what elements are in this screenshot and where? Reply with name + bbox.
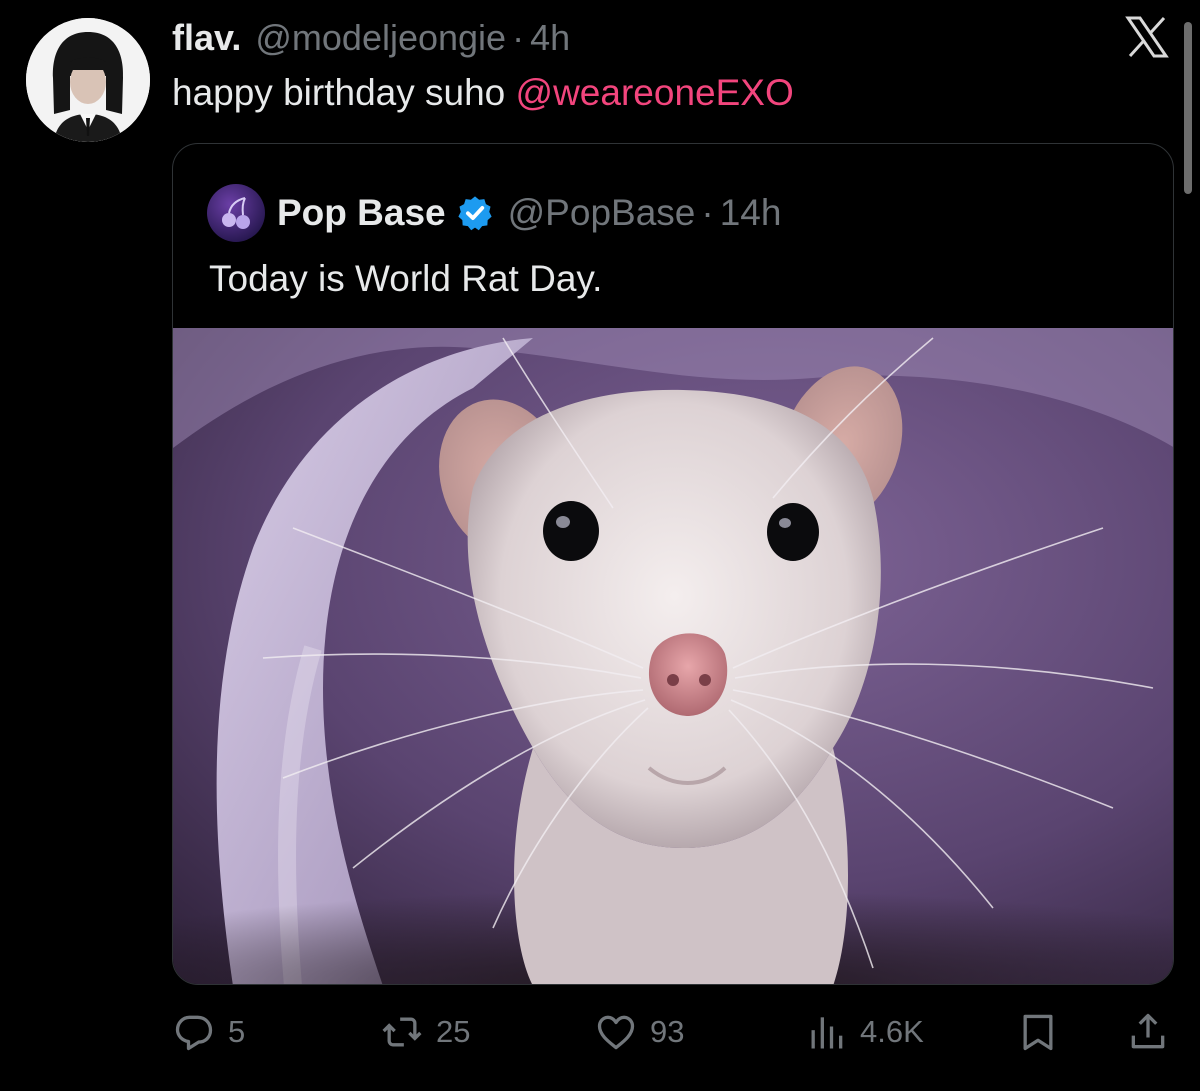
views-button[interactable]: 4.6K [804, 1010, 924, 1054]
view-count: 4.6K [860, 1014, 924, 1049]
bookmark-button[interactable] [1016, 1010, 1060, 1054]
share-icon [1131, 1013, 1165, 1049]
header-separator: · [512, 17, 525, 58]
x-logo-icon [1125, 16, 1169, 58]
quoted-handle[interactable]: @PopBase [508, 192, 696, 234]
bookmark-icon [1023, 1014, 1053, 1051]
verified-badge-icon [458, 196, 492, 231]
repost-icon [382, 1017, 422, 1047]
author-avatar-image [26, 18, 150, 142]
quoted-author-avatar-image [207, 184, 265, 242]
tweet-text: happy birthday suho @weareoneEXO [172, 70, 794, 116]
share-button[interactable] [1126, 1010, 1170, 1054]
repost-button[interactable]: 25 [380, 1010, 470, 1054]
rat-photo [173, 328, 1173, 984]
reply-icon [175, 1015, 213, 1051]
quoted-tweet-header: Pop Base @PopBase · 14h [207, 184, 781, 242]
tweet-body-text: happy birthday suho [172, 72, 506, 113]
quoted-tweet-text: Today is World Rat Day. [209, 258, 603, 299]
quoted-author-avatar[interactable] [207, 184, 265, 242]
author-handle[interactable]: @modeljeongie [255, 16, 506, 60]
reply-count: 5 [228, 1014, 246, 1049]
quoted-timestamp[interactable]: 14h [720, 192, 782, 234]
quoted-display-name[interactable]: Pop Base [277, 192, 446, 234]
quoted-tweet-card[interactable]: Pop Base @PopBase · 14h Today is World R… [172, 143, 1174, 985]
views-icon [811, 1017, 843, 1049]
like-button[interactable]: 93 [594, 1010, 684, 1054]
repost-count: 25 [436, 1014, 471, 1049]
tweet-action-bar: 5 25 93 4.6K [0, 1004, 1200, 1060]
like-icon [597, 1015, 635, 1050]
quoted-tweet-media[interactable] [173, 328, 1173, 984]
author-avatar[interactable] [26, 18, 150, 142]
tweet-timestamp[interactable]: 4h [530, 16, 570, 60]
author-display-name[interactable]: flav. [172, 16, 241, 60]
like-count: 93 [650, 1014, 685, 1049]
mention-link[interactable]: @weareoneEXO [516, 72, 794, 113]
tweet-header: flav. @modeljeongie · 4h [172, 16, 570, 60]
quoted-header-separator: · [701, 192, 714, 233]
reply-button[interactable]: 5 [172, 1010, 245, 1054]
scrollbar[interactable] [1184, 22, 1192, 194]
